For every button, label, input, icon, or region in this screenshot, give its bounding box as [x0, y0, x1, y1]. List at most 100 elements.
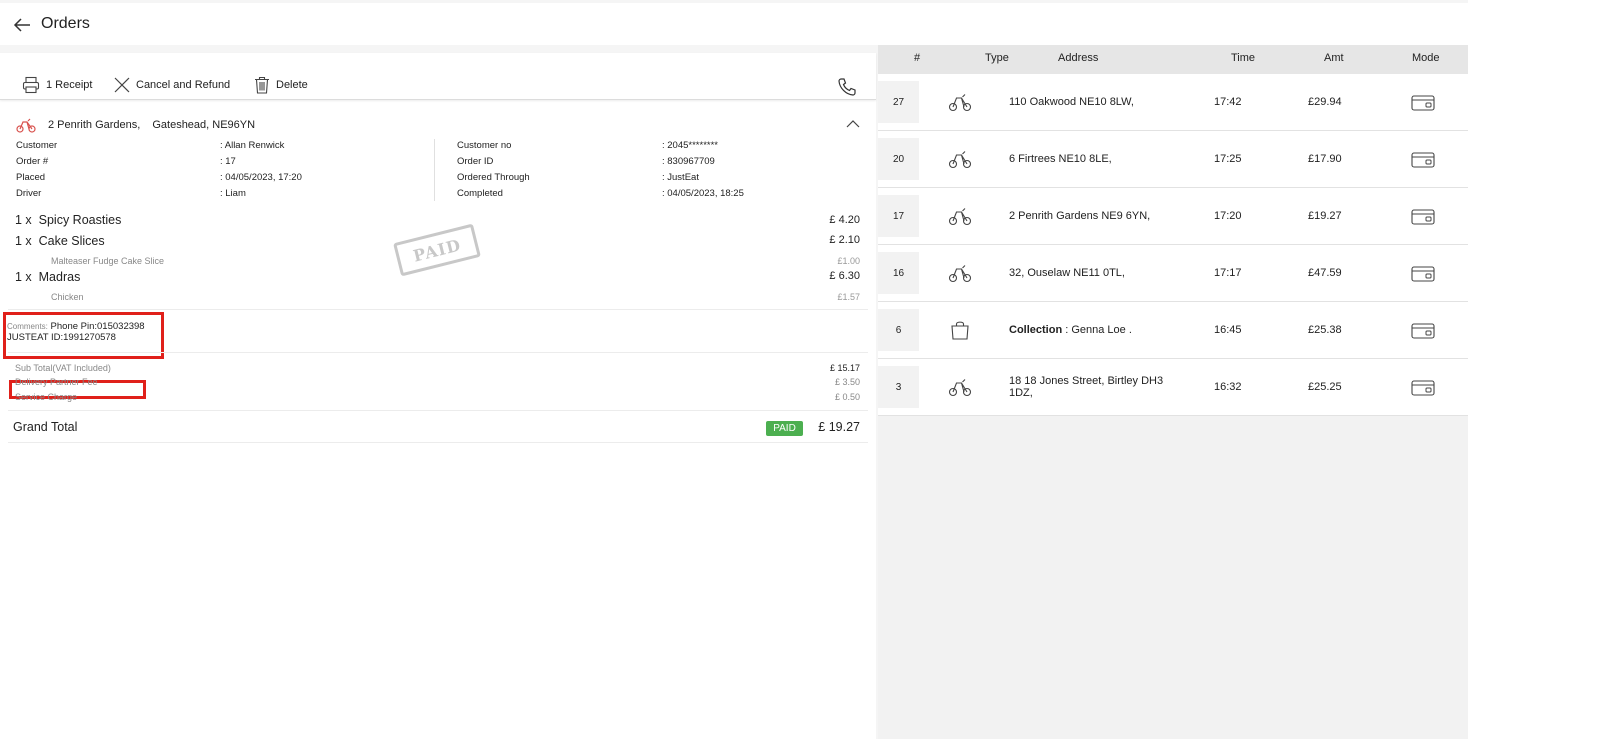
order-row[interactable]: 17 2 Penrith Gardens NE9 6YN, 17:20 £19.…	[878, 188, 1468, 245]
service-charge-value: £ 0.50	[834, 392, 860, 402]
order-item: 1 x Spicy Roasties	[15, 213, 121, 227]
item-modifier: Chicken	[51, 292, 84, 302]
order-time: 17:17	[1214, 267, 1242, 279]
info-label-driver: Driver	[16, 188, 42, 199]
order-row[interactable]: 20 6 Firtrees NE10 8LE, 17:25 £17.90	[878, 131, 1468, 188]
delete-button[interactable]: Delete	[254, 75, 308, 95]
info-label-customer: Customer	[16, 140, 58, 151]
order-address: 2 Penrith Gardens NE9 6YN,	[1009, 210, 1151, 222]
delivery-scooter-icon	[16, 118, 36, 133]
item-modifier-price: £1.00	[837, 256, 860, 266]
item-name: Spicy Roasties	[38, 213, 122, 227]
trash-icon	[255, 76, 269, 94]
info-value-customer-no: : 2045********	[662, 140, 718, 151]
divider	[8, 442, 868, 443]
order-address: 6 Firtrees NE10 8LE,	[1009, 153, 1112, 165]
order-amount: £25.38	[1308, 324, 1342, 336]
info-value-ordered-through: : JustEat	[662, 172, 699, 183]
delivery-scooter-icon	[948, 265, 972, 283]
divider	[8, 410, 868, 411]
shopping-bag-icon	[951, 321, 969, 340]
column-header-type: Type	[985, 52, 1009, 64]
delivery-scooter-icon	[948, 151, 972, 169]
info-divider	[434, 139, 435, 201]
comments-line2: JUSTEAT ID:1991270578	[7, 332, 116, 343]
info-label-completed: Completed	[457, 188, 503, 199]
card-icon	[1411, 209, 1435, 225]
order-amount: £19.27	[1308, 210, 1342, 222]
order-amount: £47.59	[1308, 267, 1342, 279]
order-item: 1 x Cake Slices	[15, 234, 105, 248]
printer-icon	[22, 76, 40, 94]
delivery-scooter-icon	[948, 379, 972, 397]
info-label-ordered-through: Ordered Through	[457, 172, 530, 183]
collection-customer: : Genna Loe .	[1062, 324, 1132, 336]
card-icon	[1411, 266, 1435, 282]
card-icon	[1411, 95, 1435, 111]
cancel-refund-button[interactable]: Cancel and Refund	[114, 75, 230, 95]
order-number: 27	[878, 81, 919, 123]
item-price: £ 2.10	[829, 234, 860, 246]
order-time: 16:45	[1214, 324, 1242, 336]
info-value-customer: : Allan Renwick	[220, 140, 285, 151]
order-row[interactable]: 16 32, Ouselaw NE11 0TL, 17:17 £47.59	[878, 245, 1468, 302]
order-detail-panel: 1 Receipt Cancel and Refund Delete 2 Pen…	[0, 53, 876, 739]
info-label-order-id: Order ID	[457, 156, 494, 167]
order-row[interactable]: 3 18 18 Jones Street, Birtley DH3 1DZ, 1…	[878, 359, 1468, 416]
top-bar: Orders	[0, 3, 1468, 45]
collection-label: Collection	[1009, 324, 1063, 336]
order-address-line1: 18 18 Jones Street, Birtley DH3	[1009, 375, 1164, 387]
order-amount: £29.94	[1308, 96, 1342, 108]
column-header-amt: Amt	[1324, 52, 1344, 64]
order-row[interactable]: 27 110 Oakwood NE10 8LW, 17:42 £29.94	[878, 74, 1468, 131]
column-header-time: Time	[1231, 52, 1256, 64]
item-price: £ 6.30	[829, 270, 860, 282]
item-name: Cake Slices	[38, 234, 105, 248]
close-icon	[114, 77, 130, 93]
phone-icon[interactable]	[837, 77, 857, 97]
comments-line1: Phone Pin:015032398	[50, 321, 145, 332]
column-header-mode: Mode	[1412, 52, 1440, 64]
item-modifier: Malteaser Fudge Cake Slice	[51, 256, 165, 266]
order-number: 3	[878, 366, 919, 408]
item-modifier-price: £1.57	[837, 292, 860, 302]
info-value-driver: : Liam	[220, 188, 246, 199]
order-row[interactable]: 6 Collection : Genna Loe . 16:45 £25.38	[878, 302, 1468, 359]
item-qty: 1 x	[15, 234, 32, 248]
paid-stamp: PAID	[393, 223, 481, 277]
paid-badge: PAID	[766, 421, 803, 436]
grand-total-label: Grand Total	[13, 420, 78, 434]
order-address-row: 2 Penrith Gardens, Gateshead, NE96YN	[16, 117, 255, 133]
card-icon	[1411, 323, 1435, 339]
info-label-customer-no: Customer no	[457, 140, 512, 151]
order-time: 17:20	[1214, 210, 1242, 222]
page-title: Orders	[41, 15, 90, 32]
card-icon	[1411, 152, 1435, 168]
order-time: 16:32	[1214, 381, 1242, 393]
delivery-fee-label: Delivery Partner Fee	[15, 377, 98, 387]
order-comments: Comments: Phone Pin:015032398 JUSTEAT ID…	[7, 321, 145, 343]
grand-total-value: £ 19.27	[818, 420, 860, 434]
divider	[8, 352, 868, 353]
item-price: £ 4.20	[829, 214, 860, 226]
delete-label: Delete	[276, 79, 308, 91]
info-label-order-num: Order #	[16, 156, 49, 167]
item-qty: 1 x	[15, 213, 32, 227]
order-amount: £17.90	[1308, 153, 1342, 165]
order-address-line2: 1DZ,	[1009, 387, 1033, 399]
order-amount: £25.25	[1308, 381, 1342, 393]
item-qty: 1 x	[15, 270, 32, 284]
receipt-button[interactable]: 1 Receipt	[22, 75, 92, 95]
order-number: 16	[878, 252, 919, 294]
info-value-order-id: : 830967709	[662, 156, 715, 167]
address-line2: Gateshead, NE96YN	[152, 119, 256, 131]
orders-list-panel: # Type Address Time Amt Mode 27 110 Oakw…	[878, 45, 1468, 739]
info-label-placed: Placed	[16, 172, 46, 183]
service-charge-label: Service Charge	[15, 392, 78, 402]
subtotal-label: Sub Total(VAT Included)	[15, 363, 111, 373]
order-number: 20	[878, 138, 919, 180]
back-arrow-icon[interactable]	[12, 15, 32, 35]
chevron-up-icon[interactable]	[845, 117, 861, 131]
info-value-completed: : 04/05/2023, 18:25	[662, 188, 744, 199]
delivery-fee-value: £ 3.50	[834, 377, 860, 387]
